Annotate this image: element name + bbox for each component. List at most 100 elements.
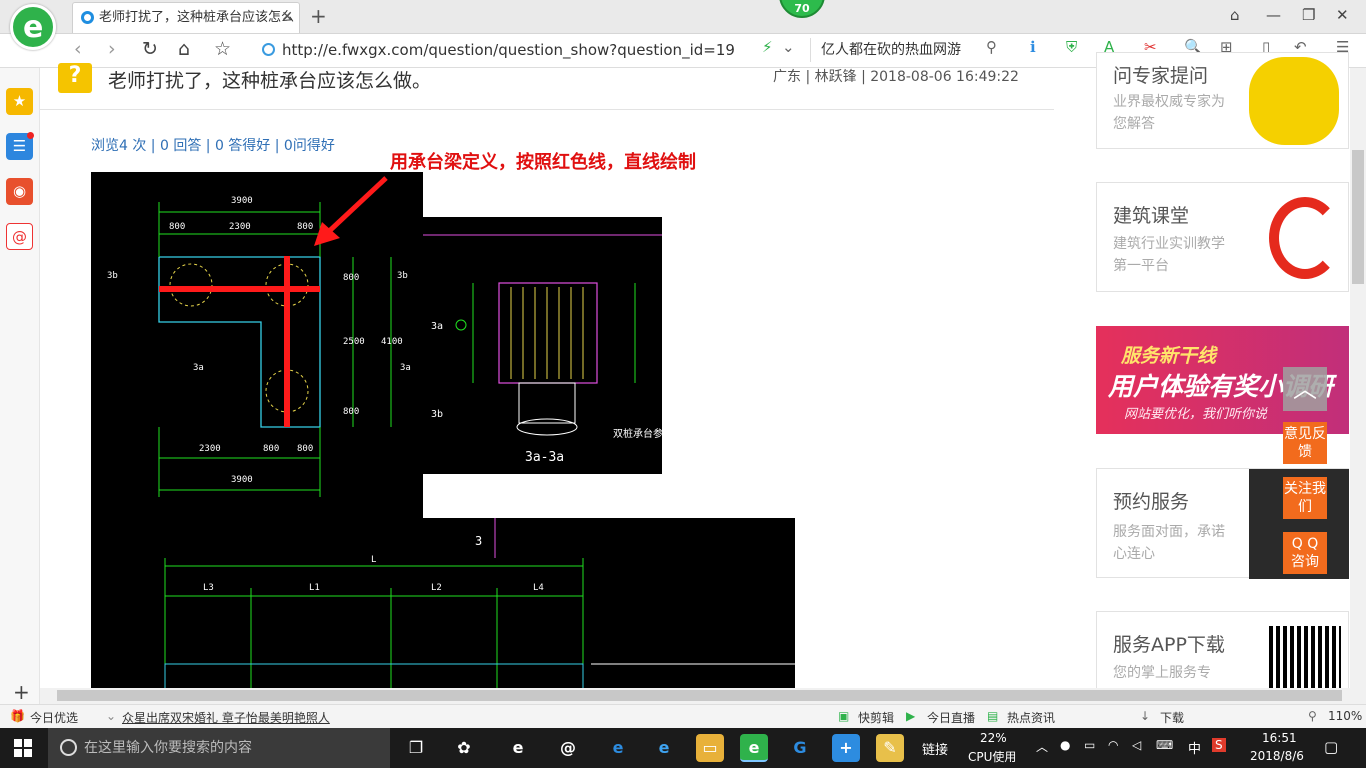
lightning-icon[interactable]: ⚡ [762, 38, 773, 56]
maximize-button[interactable]: ❐ [1302, 6, 1315, 24]
feedback-button[interactable]: 意见反馈 [1283, 422, 1327, 464]
add-sidebar-icon[interactable]: + [13, 680, 30, 704]
file-explorer-icon[interactable]: ▭ [696, 734, 724, 762]
new-tab-button[interactable]: + [310, 4, 327, 28]
chevron-down-icon[interactable]: ⌄ [106, 709, 116, 723]
search-icon[interactable]: ⚲ [986, 38, 997, 56]
forward-icon[interactable]: › [108, 38, 116, 60]
beam-dim-L2: L2 [431, 583, 442, 593]
ime-indicator[interactable]: 中 [1188, 738, 1201, 757]
shirt-icon[interactable]: ⌂ [1230, 6, 1240, 24]
dim-right-3: 800 [343, 407, 359, 417]
dropdown-icon[interactable]: ⌄ [782, 38, 795, 56]
quick-clip-button[interactable]: 快剪辑 [858, 709, 894, 726]
video-clip-icon: ▣ [838, 709, 850, 723]
card-title: 服务APP下载 [1113, 634, 1225, 656]
label-3b-left: 3b [107, 271, 118, 281]
card-app-download[interactable]: 服务APP下载 您的掌上服务专 [1096, 611, 1349, 688]
browser-logo-icon[interactable]: e [10, 4, 56, 50]
qq-consult-button[interactable]: Q Q 咨询 [1283, 532, 1327, 574]
volume-icon[interactable]: ◁ [1132, 738, 1141, 752]
beam-dim-L: L [371, 555, 376, 565]
card-title: 问专家提问 [1113, 65, 1209, 87]
live-button[interactable]: 今日直播 [927, 709, 975, 726]
status-bar: 🎁 今日优选 ⌄ 众星出席双宋婚礼 章子怡最美明艳照人 ▣ 快剪辑 ▶ 今日直播… [0, 704, 1366, 728]
shield-icon[interactable]: ⛨ [1066, 38, 1077, 56]
site-favicon-icon [81, 11, 94, 24]
taskbar-search-input[interactable]: 在这里输入你要搜索的内容 [48, 728, 390, 768]
minimize-button[interactable]: — [1266, 6, 1281, 24]
banner-line1: 服务新干线 [1121, 345, 1217, 367]
horizontal-scroll-thumb[interactable] [57, 690, 1342, 701]
qr-code-icon [1269, 626, 1341, 688]
download-icon: ↓ [1140, 709, 1151, 723]
tab-active[interactable]: 老师打扰了，这种桩承台应该怎么 ✕ [72, 2, 300, 33]
beam-dim-L4: L4 [533, 583, 544, 593]
card-subtitle: 建筑行业实训教学第一平台 [1113, 236, 1225, 274]
cpu-percent: 22% [980, 731, 1007, 745]
edge-icon[interactable]: e [604, 734, 632, 762]
beam-dim-L1: L1 [309, 583, 320, 593]
tray-expand-icon[interactable]: ︿ [1036, 738, 1048, 755]
star-icon[interactable]: ☆ [214, 38, 231, 60]
internet-explorer-icon[interactable]: e [650, 734, 678, 762]
red-arrow-icon [314, 176, 388, 246]
person-icon[interactable]: ● [1060, 738, 1070, 752]
hot-search-text[interactable]: 亿人都在砍的热血网游 [810, 38, 1010, 62]
today-picks-label[interactable]: 今日优选 [30, 709, 78, 726]
extension-icon[interactable]: ℹ [1030, 38, 1036, 56]
task-view-icon[interactable]: ❐ [402, 734, 430, 762]
mail-icon[interactable]: @ [6, 223, 33, 250]
news-headline-link[interactable]: 众星出席双宋婚礼 章子怡最美明艳照人 [122, 709, 330, 726]
zoom-level[interactable]: 110% [1328, 709, 1362, 723]
dim-bottom-1: 2300 [199, 444, 221, 454]
cpu-label: CPU使用 [968, 750, 1017, 764]
card-subtitle: 您的掌上服务专 [1113, 665, 1211, 681]
back-to-top-button[interactable]: ︿ [1283, 367, 1327, 411]
links-toolbar[interactable]: 链接 [922, 739, 948, 758]
notification-dot [27, 132, 34, 139]
plus-app-icon[interactable]: + [832, 734, 860, 762]
card-classroom[interactable]: 建筑课堂 建筑行业实训教学第一平台 [1096, 182, 1349, 292]
url-input[interactable]: http://e.fwxgx.com/question/question_sho… [258, 38, 798, 62]
home-icon[interactable]: ⌂ [178, 38, 190, 60]
clock-time[interactable]: 16:51 [1262, 731, 1297, 745]
section-note: 双桩承台参 [613, 427, 662, 440]
ie-browser-icon[interactable]: e [504, 734, 532, 762]
favorites-icon[interactable]: ★ [6, 88, 33, 115]
clock-date[interactable]: 2018/8/6 [1250, 749, 1304, 763]
close-window-button[interactable]: ✕ [1336, 6, 1349, 24]
vertical-scroll-thumb[interactable] [1352, 150, 1364, 284]
windows-start-icon[interactable] [14, 739, 32, 757]
pinwheel-app-icon[interactable]: ✿ [450, 734, 478, 762]
dim-bottom-3: 800 [297, 444, 313, 454]
wifi-icon[interactable]: ◠ [1108, 738, 1118, 752]
sogou-ime-icon[interactable]: S [1212, 738, 1226, 752]
battery-icon[interactable]: ▭ [1084, 738, 1095, 752]
follow-us-button[interactable]: 关注我们 [1283, 477, 1327, 519]
refresh-icon[interactable]: ↻ [142, 38, 158, 60]
cortana-icon [60, 739, 77, 756]
expert-mascot-icon [1249, 57, 1339, 145]
question-stats[interactable]: 浏览4 次 | 0 回答 | 0 答得好 | 0问得好 [91, 135, 335, 155]
action-center-icon[interactable]: ▢ [1324, 738, 1338, 756]
back-icon[interactable]: ‹ [74, 38, 82, 60]
card-title: 建筑课堂 [1113, 205, 1190, 227]
weibo-icon[interactable]: ◉ [6, 178, 33, 205]
keyboard-icon[interactable]: ⌨ [1156, 738, 1173, 752]
spiral-app-icon[interactable]: @ [554, 734, 582, 762]
card-ask-expert[interactable]: 问专家提问 业界最权威专家为您解答 [1096, 52, 1349, 149]
live-play-icon: ▶ [906, 709, 916, 723]
glodon-app-icon[interactable]: G [786, 734, 814, 762]
question-title: 老师打扰了，这种桩承台应该怎么做。 [108, 70, 432, 92]
section-label-3a: 3b [431, 409, 443, 420]
tab-close-icon[interactable]: ✕ [281, 3, 293, 32]
360-browser-icon[interactable]: e [740, 734, 768, 762]
notepad-app-icon[interactable]: ✎ [876, 734, 904, 762]
hot-news-button[interactable]: 热点资讯 [1007, 709, 1055, 726]
classroom-logo-icon [1269, 197, 1341, 279]
downloads-button[interactable]: 下载 [1160, 709, 1184, 726]
label-3b-right: 3b [397, 271, 408, 281]
beam-drawing: 3 L L3 L1 L2 L4 [91, 518, 795, 688]
news-icon: ▤ [987, 709, 999, 723]
